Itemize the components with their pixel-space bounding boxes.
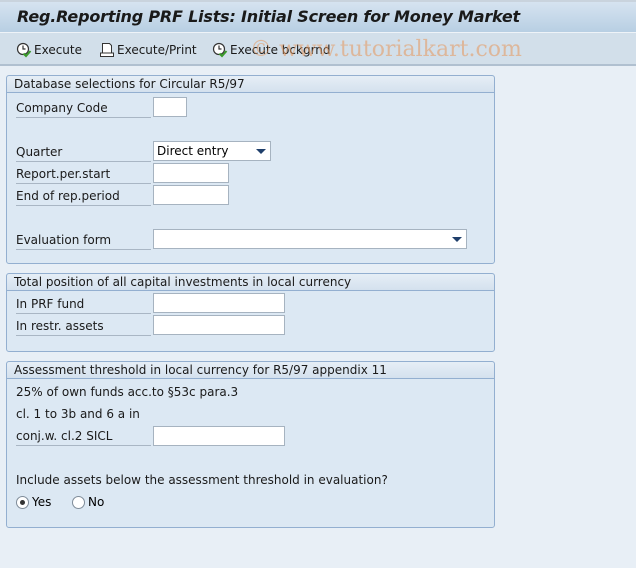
- radio-yes-label: Yes: [32, 495, 52, 509]
- database-selections-group: Database selections for Circular R5/97 C…: [6, 75, 495, 264]
- quarter-label: Quarter: [16, 142, 151, 162]
- print-icon: [100, 43, 114, 57]
- restr-assets-input[interactable]: [153, 315, 285, 335]
- sicl-label: conj.w. cl.2 SICL: [16, 426, 151, 446]
- group-title: Database selections for Circular R5/97: [7, 76, 494, 93]
- report-start-label: Report.per.start: [16, 164, 151, 184]
- execute-clock-icon: [16, 42, 32, 58]
- radio-no[interactable]: No: [72, 492, 104, 512]
- evaluation-form-dropdown[interactable]: [153, 229, 467, 249]
- radio-yes[interactable]: Yes: [16, 492, 51, 512]
- company-code-label: Company Code: [16, 98, 151, 118]
- quarter-value: Direct entry: [157, 144, 229, 158]
- execute-background-button[interactable]: Execute bckgrnd: [212, 41, 331, 59]
- report-end-input[interactable]: [153, 185, 229, 205]
- sicl-input[interactable]: [153, 426, 285, 446]
- chevron-down-icon[interactable]: [452, 236, 462, 242]
- execute-print-button[interactable]: Execute/Print: [99, 41, 197, 59]
- execute-background-label: Execute bckgrnd: [230, 43, 331, 57]
- execute-clock-icon: [212, 42, 228, 58]
- group-title: Total position of all capital investment…: [7, 274, 494, 291]
- evaluation-form-label: Evaluation form: [16, 230, 151, 250]
- radio-no-label: No: [88, 495, 105, 509]
- restr-assets-label: In restr. assets: [16, 316, 151, 336]
- include-assets-radio-group: Yes No: [16, 492, 216, 512]
- report-end-label: End of rep.period: [16, 186, 151, 206]
- include-assets-question: Include assets below the assessment thre…: [16, 473, 388, 487]
- title-bar: Reg.Reporting PRF Lists: Initial Screen …: [0, 0, 636, 33]
- execute-label: Execute: [34, 43, 82, 57]
- company-code-input[interactable]: [153, 97, 187, 117]
- execute-print-label: Execute/Print: [117, 43, 197, 57]
- total-position-group: Total position of all capital investment…: [6, 273, 495, 352]
- quarter-dropdown[interactable]: Direct entry: [153, 141, 271, 161]
- report-start-input[interactable]: [153, 163, 229, 183]
- radio-selected-icon[interactable]: [16, 495, 29, 509]
- page-title: Reg.Reporting PRF Lists: Initial Screen …: [17, 7, 520, 26]
- radio-unselected-icon[interactable]: [72, 495, 85, 509]
- threshold-text-line1: 25% of own funds acc.to §53c para.3: [16, 385, 239, 399]
- prf-fund-label: In PRF fund: [16, 294, 151, 314]
- chevron-down-icon[interactable]: [256, 148, 266, 154]
- assessment-threshold-group: Assessment threshold in local currency f…: [6, 361, 495, 528]
- execute-button[interactable]: Execute: [16, 41, 82, 59]
- prf-fund-input[interactable]: [153, 293, 285, 313]
- application-toolbar: Execute Execute/Print Execute bckgrnd: [0, 33, 636, 66]
- group-title: Assessment threshold in local currency f…: [7, 362, 494, 379]
- threshold-text-line2: cl. 1 to 3b and 6 a in: [16, 407, 140, 421]
